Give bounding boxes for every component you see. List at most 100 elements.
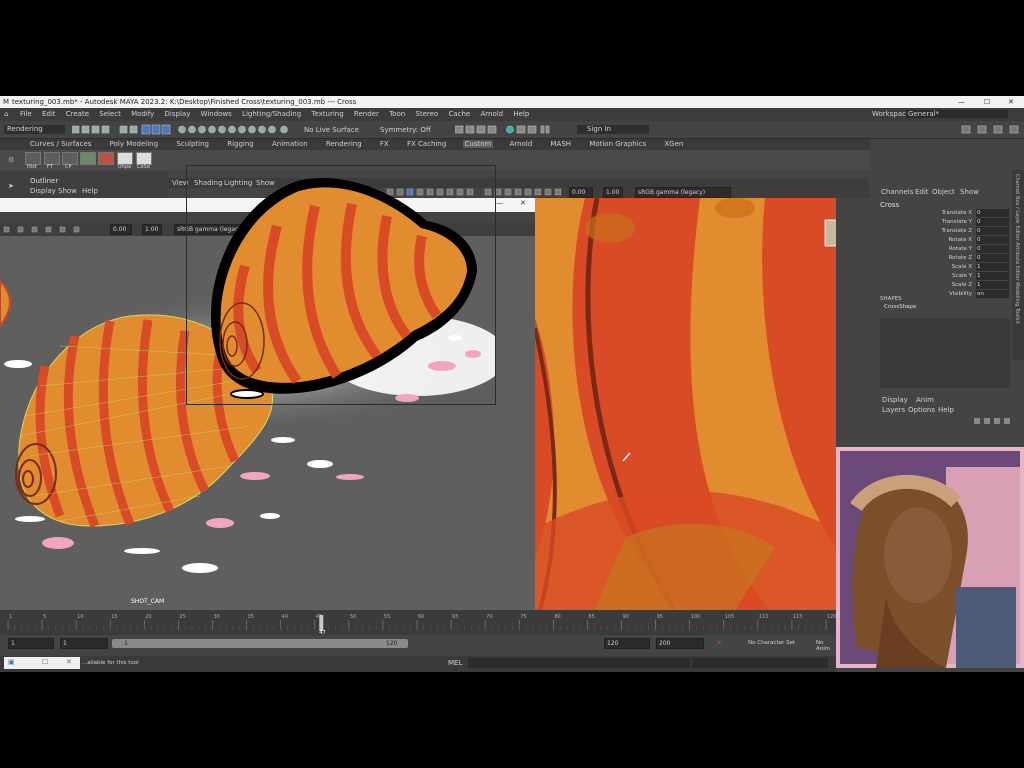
- menu-windows[interactable]: Windows: [201, 110, 232, 118]
- menu-stereo[interactable]: Stereo: [415, 110, 438, 118]
- layer-buttons[interactable]: [972, 417, 1012, 425]
- attr-rotate-x[interactable]: Rotate X 0: [876, 236, 1012, 244]
- channel-tab-object[interactable]: Object: [932, 188, 955, 196]
- range-slider[interactable]: 1 120: [112, 639, 408, 648]
- restore-icon[interactable]: ☐: [42, 658, 48, 666]
- render-preview-window[interactable]: [186, 165, 496, 405]
- shelf-tab-custom[interactable]: Custom: [462, 140, 494, 148]
- attr-scale-z[interactable]: Scale Z 1: [876, 281, 1012, 289]
- outliner-menu-help[interactable]: Help: [82, 187, 98, 195]
- right-viewport[interactable]: [535, 198, 836, 610]
- left-viewport-icons[interactable]: [2, 226, 102, 234]
- status-tool-icons[interactable]: [71, 124, 292, 135]
- menu-file[interactable]: File: [20, 110, 32, 118]
- view-cube-icon[interactable]: [824, 219, 836, 247]
- attr-value[interactable]: 1: [976, 263, 1009, 271]
- character-set-dropdown[interactable]: No Character Set: [748, 640, 795, 646]
- layer-tab-display[interactable]: Display: [882, 396, 908, 404]
- shelf-tab-mash[interactable]: MASH: [549, 140, 574, 148]
- shelf-tab-sculpting[interactable]: Sculpting: [174, 140, 211, 148]
- anim-layer-dropdown[interactable]: No Anim: [816, 640, 836, 652]
- float-close-button[interactable]: ✕: [520, 199, 526, 207]
- render-icons[interactable]: [454, 124, 555, 135]
- menu-modify[interactable]: Modify: [131, 110, 154, 118]
- range-end-field[interactable]: 120: [604, 638, 650, 649]
- shelf-options-icon[interactable]: ⚙: [8, 156, 14, 164]
- attr-value[interactable]: 1: [976, 272, 1009, 280]
- attr-translate-y[interactable]: Translate Y 0: [876, 218, 1012, 226]
- material-ball-icon[interactable]: [98, 152, 114, 165]
- attr-value[interactable]: 1: [976, 281, 1009, 289]
- menu-arnold[interactable]: Arnold: [480, 110, 503, 118]
- menu-create[interactable]: Create: [66, 110, 89, 118]
- minimize-button[interactable]: —: [958, 96, 965, 108]
- attr-translate-z[interactable]: Translate Z0: [876, 227, 1012, 235]
- channel-tab-edit[interactable]: Edit: [915, 188, 929, 196]
- maximize-button[interactable]: ☐: [984, 96, 990, 108]
- range-start-field[interactable]: 1: [60, 638, 108, 649]
- menu-set-dropdown[interactable]: Rendering: [4, 125, 65, 134]
- side-tab-strip[interactable]: Channel Box / Layer Editor Attribute Edi…: [1012, 170, 1024, 360]
- end-frame-field[interactable]: 200: [656, 638, 704, 649]
- start-frame-field[interactable]: 1: [8, 638, 54, 649]
- attr-rotate-z[interactable]: Rotate Z 0: [876, 254, 1012, 262]
- left-gamma-field[interactable]: 1.00: [142, 224, 162, 235]
- layer-tab-anim[interactable]: Anim: [916, 396, 934, 404]
- right-gamma-field[interactable]: 1.00: [603, 187, 623, 198]
- script-language-toggle[interactable]: MEL: [448, 659, 462, 667]
- outliner-menu-display[interactable]: Display: [30, 187, 56, 195]
- attr-scale-x[interactable]: Scale X 1: [876, 263, 1012, 271]
- shelf-tab-animation[interactable]: Animation: [270, 140, 310, 148]
- command-input[interactable]: [468, 658, 690, 668]
- window-icon[interactable]: ▣: [8, 658, 15, 666]
- sign-in-dropdown[interactable]: Sign In: [577, 125, 649, 134]
- layer-menu-help[interactable]: Help: [938, 406, 954, 414]
- time-slider[interactable]: 1 5 10 15 20 25 30 35 40 45 50 55 60 65 70 75 80 85 90 95 10…: [0, 610, 837, 636]
- symmetry-label[interactable]: Symmetry: Off: [380, 126, 431, 134]
- shelf-tab-poly[interactable]: Poly Modeling: [108, 140, 160, 148]
- menu-select[interactable]: Select: [99, 110, 121, 118]
- workspace-dropdown[interactable]: General*: [906, 110, 1008, 118]
- live-surface-label[interactable]: No Live Surface: [304, 126, 359, 134]
- attr-rotate-y[interactable]: Rotate Y 0: [876, 245, 1012, 253]
- shelf-tab-fx-caching[interactable]: FX Caching: [405, 140, 448, 148]
- attr-scale-y[interactable]: Scale Y 1: [876, 272, 1012, 280]
- attr-value[interactable]: 0: [976, 245, 1009, 253]
- close-small-icon[interactable]: ✕: [66, 658, 72, 666]
- menu-cache[interactable]: Cache: [448, 110, 470, 118]
- shelf-tab-motion-graphics[interactable]: Motion Graphics: [587, 140, 648, 148]
- current-frame-marker[interactable]: [319, 615, 324, 631]
- shelf-tab-xgen[interactable]: XGen: [662, 140, 685, 148]
- right-colorspace-dropdown[interactable]: sRGB gamma (legacy): [635, 187, 731, 198]
- float-minimize-button[interactable]: —: [496, 199, 503, 207]
- auto-key-icon[interactable]: ✕: [716, 639, 722, 647]
- left-exposure-field[interactable]: 0.00: [110, 224, 132, 235]
- shelf-tab-rendering[interactable]: Rendering: [324, 140, 364, 148]
- right-exposure-field[interactable]: 0.00: [569, 187, 593, 198]
- attr-value[interactable]: 0: [976, 218, 1009, 226]
- shape-node-name[interactable]: CrossShape: [884, 304, 916, 310]
- menu-render[interactable]: Render: [354, 110, 379, 118]
- channel-tab-channels[interactable]: Channels: [881, 188, 913, 196]
- side-tabs-label[interactable]: Channel Box / Layer Editor Attribute Edi…: [1014, 174, 1020, 324]
- time-slider-ruler[interactable]: 1 5 10 15 20 25 30 35 40 45 50 55 60 65 70 75 80 85 90 95 10…: [0, 610, 837, 636]
- shelf-tab-curves[interactable]: Curves / Surfaces: [28, 140, 93, 148]
- arrow-select-icon[interactable]: ➤: [8, 182, 14, 190]
- shelf-tab-fx[interactable]: FX: [378, 140, 391, 148]
- menu-lighting-shading[interactable]: Lighting/Shading: [242, 110, 301, 118]
- shelf-tab-arnold[interactable]: Arnold: [508, 140, 535, 148]
- menu-toon[interactable]: Toon: [389, 110, 405, 118]
- outliner-menu-show[interactable]: Show: [58, 187, 77, 195]
- menu-help[interactable]: Help: [513, 110, 529, 118]
- home-icon[interactable]: ⌂: [4, 108, 8, 121]
- channel-tab-show[interactable]: Show: [960, 188, 979, 196]
- close-button[interactable]: ✕: [1008, 96, 1014, 108]
- menu-texturing[interactable]: Texturing: [311, 110, 343, 118]
- attr-translate-x[interactable]: Translate X0: [876, 209, 1012, 217]
- menu-display[interactable]: Display: [165, 110, 191, 118]
- layer-menu-options[interactable]: Options: [908, 406, 935, 414]
- panel-toggle-icons[interactable]: [960, 124, 1022, 135]
- attr-value[interactable]: 0: [976, 236, 1009, 244]
- layer-menu-layers[interactable]: Layers: [882, 406, 905, 414]
- shelf-tab-rigging[interactable]: Rigging: [225, 140, 256, 148]
